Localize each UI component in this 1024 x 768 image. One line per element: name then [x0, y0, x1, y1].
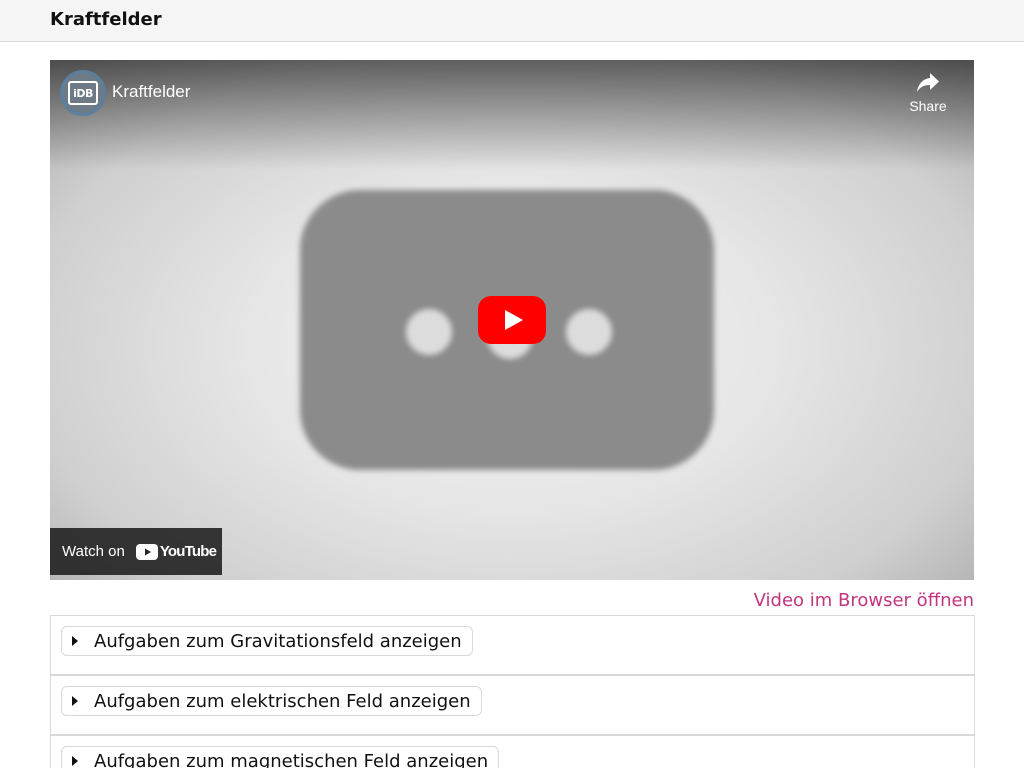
youtube-logo-icon — [135, 543, 158, 560]
page-title: Kraftfelder — [50, 9, 162, 30]
tasks-toggle-magnetic[interactable]: Aufgaben zum magnetischen Feld anzeigen — [61, 746, 500, 768]
share-label: Share — [909, 98, 947, 114]
caret-right-icon — [72, 636, 78, 646]
tasks-panel-electric: Aufgaben zum elektrischen Feld anzeigen — [50, 675, 975, 735]
video-thumbnail-dot — [566, 309, 612, 355]
watch-on-youtube-button[interactable]: Watch on YouTube — [50, 528, 222, 575]
tasks-toggle-label: Aufgaben zum Gravitationsfeld anzeigen — [94, 630, 462, 652]
header-bar: Kraftfelder — [0, 0, 1024, 42]
tasks-panel-gravitation: Aufgaben zum Gravitationsfeld anzeigen — [50, 615, 975, 675]
video-title[interactable]: Kraftfelder — [112, 82, 190, 102]
channel-logo-text: iDB — [68, 81, 98, 105]
share-button[interactable]: Share — [906, 72, 950, 114]
youtube-logo: YouTube — [135, 543, 217, 560]
caret-right-icon — [72, 696, 78, 706]
tasks-toggle-electric[interactable]: Aufgaben zum elektrischen Feld anzeigen — [61, 686, 482, 716]
youtube-wordmark: YouTube — [159, 543, 217, 560]
youtube-play-icon — [478, 296, 546, 344]
tasks-toggle-label: Aufgaben zum elektrischen Feld anzeigen — [94, 690, 471, 712]
caret-right-icon — [72, 756, 78, 766]
channel-avatar[interactable]: iDB — [60, 70, 106, 116]
open-video-in-browser-link[interactable]: Video im Browser öffnen — [754, 590, 974, 611]
tasks-toggle-gravitation[interactable]: Aufgaben zum Gravitationsfeld anzeigen — [61, 626, 473, 656]
tasks-panel-magnetic: Aufgaben zum magnetischen Feld anzeigen — [50, 735, 975, 768]
video-top-gradient — [50, 60, 974, 170]
share-icon — [917, 73, 939, 92]
tasks-toggle-label: Aufgaben zum magnetischen Feld anzeigen — [94, 750, 489, 768]
watch-on-label: Watch on — [62, 543, 125, 560]
play-button[interactable] — [478, 296, 546, 344]
video-thumbnail-dot — [406, 309, 452, 355]
video-embed[interactable]: iDB Kraftfelder Share Watch on YouTube — [50, 60, 974, 580]
